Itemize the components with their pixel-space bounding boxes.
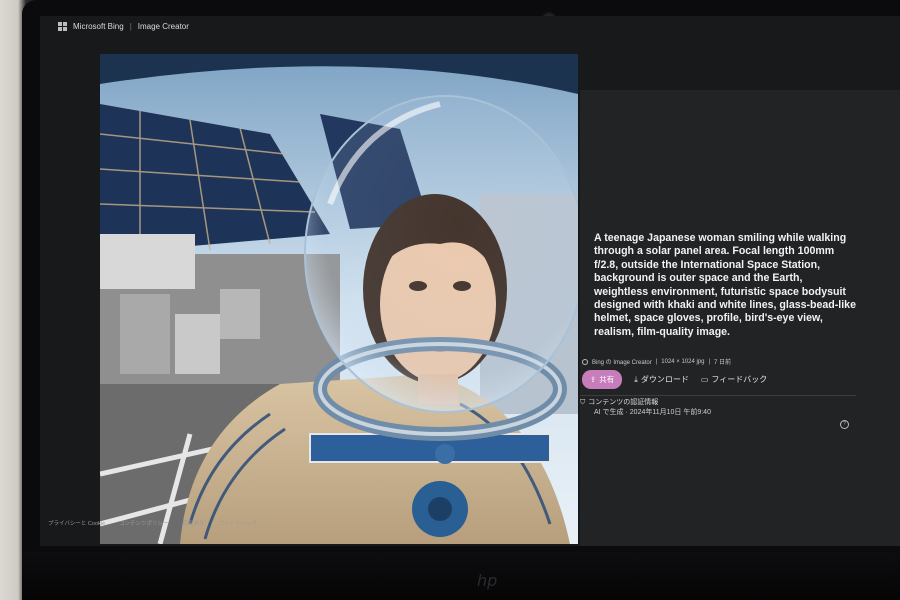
info-icon[interactable]: ? — [840, 420, 849, 429]
product-label[interactable]: Image Creator — [138, 22, 189, 31]
meta-source: Bing の Image Creator — [592, 360, 652, 366]
share-icon: ⇪ — [590, 375, 597, 384]
feedback-button[interactable]: ▭ フィードバック — [701, 374, 767, 385]
action-bar: ⇪ 共有 ⤓ ダウンロード ▭ フィードバック — [582, 370, 767, 389]
download-label: ダウンロード — [640, 375, 689, 384]
content-credentials[interactable]: ⛉ コンテンツの認証情報 AI で生成 · 2024年11月10日 午前9:40 — [580, 398, 711, 418]
download-icon: ⤓ — [634, 374, 638, 384]
download-button[interactable]: ⤓ ダウンロード — [634, 374, 689, 385]
brand-label[interactable]: Microsoft Bing — [73, 22, 124, 31]
credentials-icon: ⛉ — [580, 399, 586, 406]
monitor-logo-icon: hp — [477, 571, 498, 590]
prompt-text: A teenage Japanese woman smiling while w… — [594, 232, 856, 338]
divider — [580, 395, 856, 396]
meta-separator: | — [655, 358, 658, 365]
page-header: Microsoft Bing | Image Creator — [58, 22, 189, 31]
generated-image[interactable] — [100, 54, 578, 544]
generated-image-illustration — [100, 54, 578, 544]
feedback-icon: ▭ — [700, 375, 709, 384]
footer-links: プライバシーと Cookie コンテンツポリシー 使用条件 フィードバック — [48, 519, 257, 527]
monitor-bottom-bezel: hp — [22, 552, 900, 600]
credentials-subtitle: AI で生成 · 2024年11月10日 午前9:40 — [594, 409, 711, 416]
image-meta: Bing の Image Creator | 1024 × 1024 jpg |… — [582, 357, 731, 366]
share-button[interactable]: ⇪ 共有 — [582, 370, 623, 389]
footer-link-terms[interactable]: 使用条件 — [183, 519, 205, 527]
meta-size: 1024 × 1024 jpg — [661, 358, 705, 365]
footer-link-feedback[interactable]: フィードバック — [219, 519, 257, 527]
meta-date: 7 日前 — [714, 360, 732, 366]
meta-separator: | — [708, 358, 711, 365]
share-label: 共有 — [599, 375, 615, 384]
footer-link-content-policy[interactable]: コンテンツポリシー — [119, 519, 169, 527]
header-separator: | — [129, 22, 132, 31]
image-creator-logo-icon — [582, 358, 588, 365]
microsoft-logo-icon — [58, 22, 67, 31]
footer-link-privacy[interactable]: プライバシーと Cookie — [48, 519, 105, 527]
feedback-label: フィードバック — [711, 375, 768, 384]
credentials-title: コンテンツの認証情報 — [588, 399, 659, 406]
